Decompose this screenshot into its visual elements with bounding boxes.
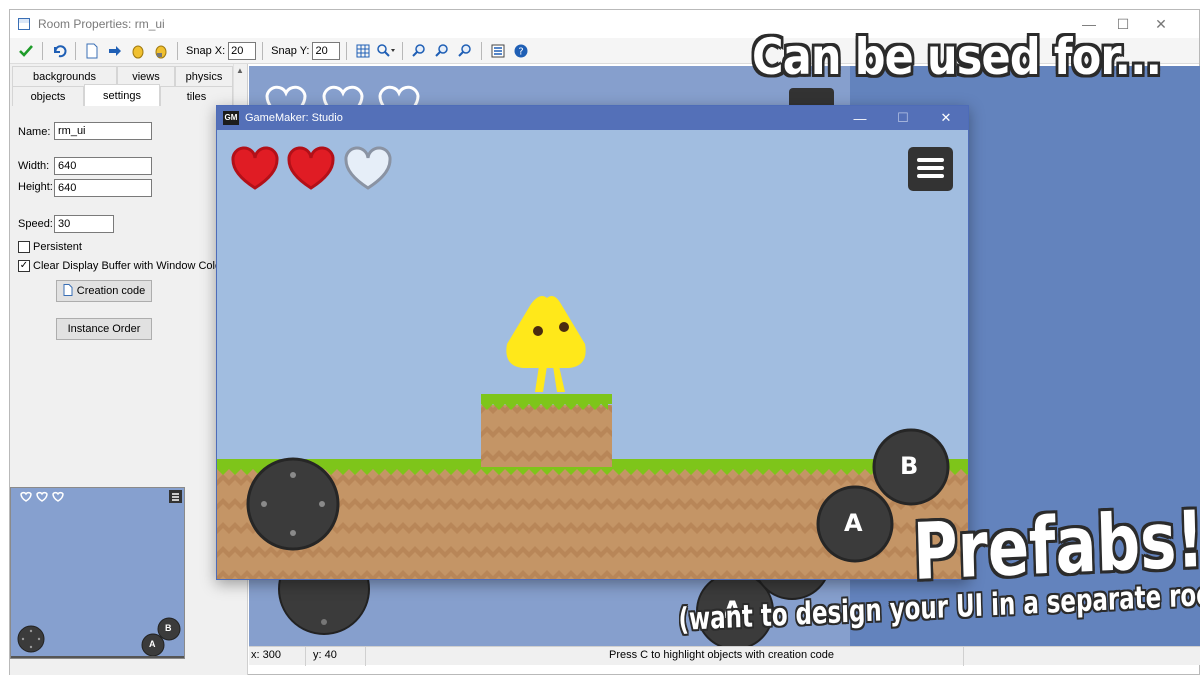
clear-buffer-checkbox[interactable]: ✓ [18,260,30,272]
status-y: y: 40 [313,649,337,661]
speed-label: Speed: [18,218,53,230]
mini-hearts [20,491,64,502]
zoom-reset-icon[interactable] [432,41,452,61]
grid-icon[interactable] [353,41,373,61]
game-titlebar: GM GameMaker: Studio — ☐ ✕ [217,106,968,130]
checkmark-icon[interactable] [16,41,36,61]
hearts-hud [231,146,392,190]
mini-a-label: A [149,639,156,649]
tab-backgrounds[interactable]: backgrounds [12,66,117,86]
tab-settings[interactable]: settings [84,84,160,106]
creation-code-button[interactable]: Creation code [56,280,152,302]
snap-x-input[interactable] [228,41,257,60]
gamemaker-logo-icon: GM [223,111,239,125]
list-settings-icon[interactable] [488,41,508,61]
snap-x-label: Snap X: [186,44,226,57]
room-window-title: Room Properties: rm_ui [38,17,165,31]
status-message: Press C to highlight objects with creati… [609,649,835,661]
document-icon[interactable] [82,41,102,61]
undo-icon[interactable] [49,41,69,61]
svg-text:?: ? [519,46,524,57]
status-divider [305,647,306,666]
status-divider [365,647,366,666]
toolbar-separator [177,41,178,60]
b-button[interactable]: B [900,452,918,480]
status-bar: x: 300 y: 40 Press C to highlight object… [249,646,1200,666]
clear-buffer-label: Clear Display Buffer with Window Colour [33,260,231,272]
player-character [506,296,586,392]
persistent-checkbox[interactable] [18,241,30,253]
headline-text: Can be used for... [752,28,1162,86]
tab-views[interactable]: views [117,66,175,86]
tab-tiles[interactable]: tiles [160,86,233,106]
toolbar-separator [262,41,264,60]
name-field[interactable] [54,122,152,140]
snap-y-label: Snap Y: [271,44,310,57]
zoom-in-icon[interactable] [455,41,475,61]
tab-objects[interactable]: objects [12,86,84,106]
toolbar-separator [42,41,43,60]
instance-order-button[interactable]: Instance Order [56,318,152,340]
arrow-right-icon[interactable] [105,41,125,61]
menu-button[interactable] [908,147,953,191]
mini-map-graphics [17,490,182,657]
speed-field[interactable] [54,215,114,233]
document-icon [63,283,73,299]
game-minimize-button[interactable]: — [839,106,881,130]
tab-physics[interactable]: physics [175,66,233,86]
game-close-button[interactable]: ✕ [925,106,967,130]
mini-b-label: B [165,623,172,633]
status-x: x: 300 [251,649,281,661]
hand-lock-icon[interactable] [151,41,171,61]
height-field[interactable] [54,179,152,197]
a-button[interactable]: A [844,509,863,537]
platform [481,394,612,467]
game-window-title: GameMaker: Studio [245,112,343,124]
width-label: Width: [18,160,50,172]
toolbar-separator [402,41,404,60]
width-field[interactable] [54,157,152,175]
persistent-label: Persistent [33,241,82,253]
room-mini-map[interactable]: B A [10,487,185,659]
toolbar-separator [481,41,483,60]
toolbar-separator [346,41,348,60]
height-label: Height: [18,181,53,193]
snap-y-input[interactable] [312,41,341,60]
help-icon[interactable]: ? [511,41,531,61]
mini-map-baseline [11,656,184,658]
game-maximize-button[interactable]: ☐ [882,106,924,130]
magnifier-dropdown-icon[interactable] [376,41,396,61]
creation-code-label: Creation code [76,285,146,297]
toolbar-separator [75,41,76,60]
virtual-joystick [246,457,340,551]
name-label: Name: [18,126,51,138]
game-window: GM GameMaker: Studio — ☐ ✕ B A [216,105,969,580]
hand-icon[interactable] [128,41,148,61]
zoom-out-icon[interactable] [409,41,429,61]
scroll-up-icon[interactable]: ▲ [236,66,244,75]
status-divider [963,647,964,666]
room-window-icon [18,18,30,30]
